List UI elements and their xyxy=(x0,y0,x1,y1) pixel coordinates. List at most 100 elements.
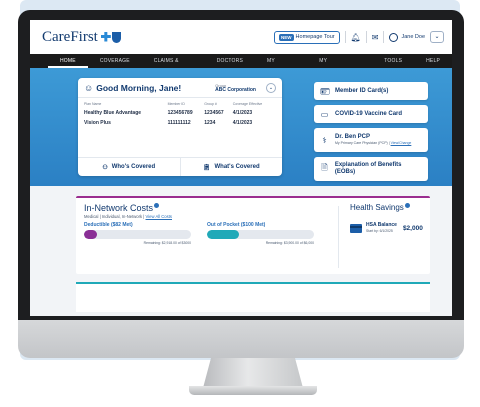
card-icon xyxy=(350,223,362,233)
pcp-block: Dr. Ben PCP My Primary Care Physician (P… xyxy=(335,134,411,146)
oop-track xyxy=(207,230,314,239)
table-row: Vision Plus 111111112 1234 4/1/2023 xyxy=(84,118,276,128)
cost-meters: Deductible ($82 Met) Remaining: $2,918.0… xyxy=(84,222,314,245)
mail-icon[interactable]: ✉ xyxy=(372,33,379,42)
table-cell: 4/1/2023 xyxy=(232,110,253,116)
document-icon: 🗎︎ xyxy=(321,163,328,172)
quick-links: 🪪︎ Member ID Card(s) ▭ COVID-19 Vaccine … xyxy=(314,82,428,186)
greeting-header: ☺ Good Morning, Jane! Group ABC Corporat… xyxy=(78,78,282,98)
divider xyxy=(338,206,339,268)
hsa-row[interactable]: HSA Balance Start by: 6/1/2025 $2,000 xyxy=(350,222,428,234)
smile-icon: ☺ xyxy=(84,82,94,93)
hero-banner: ☺ Good Morning, Jane! Group ABC Corporat… xyxy=(30,68,452,186)
costs-title: In-Network Costs xyxy=(84,203,314,213)
carefirst-logo[interactable]: CareFirst xyxy=(42,29,121,46)
screen: CareFirst NEW Homepage Tour 🔔︎ ✉ Jane Do… xyxy=(30,20,452,316)
table-cell: 123456789 xyxy=(167,110,193,116)
user-name: Jane Doe xyxy=(401,34,425,40)
greeting-title: Good Morning, Jane! xyxy=(96,82,182,93)
whats-covered-label: What's Covered xyxy=(214,164,260,170)
logo-text: CareFirst xyxy=(42,28,98,45)
nav-item-doctors[interactable]: DOCTORS xyxy=(205,54,255,68)
table-cell: Healthy Blue Advantage xyxy=(84,110,142,116)
nav-item-tools[interactable]: TOOLS xyxy=(372,54,414,68)
deductible-fill xyxy=(84,230,97,239)
new-badge: NEW xyxy=(279,33,294,41)
nav-item-my-health[interactable]: MY HEALTH xyxy=(255,54,307,78)
whos-covered-label: Who's Covered xyxy=(111,164,156,170)
out-of-pocket-meter: Out of Pocket ($100 Met) Remaining: $3,9… xyxy=(207,222,314,245)
table-cell: 1234 xyxy=(204,120,216,126)
table-row: Healthy Blue Advantage 123456789 1234567 4/… xyxy=(84,108,276,118)
next-section-card xyxy=(76,282,430,312)
user-avatar-icon xyxy=(389,32,399,42)
hsa-date: Start by: 6/1/2025 xyxy=(366,229,393,233)
table-cell: 111111112 xyxy=(167,120,191,126)
group-value: ABC Corporation xyxy=(215,86,256,93)
member-id-label: Member ID Card(s) xyxy=(335,87,389,94)
clipboard-icon: 📋︎ xyxy=(202,164,211,171)
user-menu[interactable]: Jane Doe xyxy=(389,32,425,42)
plans-table: Plan Name Member ID Group # Coverage Effect… xyxy=(78,98,282,128)
monitor-base xyxy=(189,386,317,395)
deductible-label: Deductible ($82 Met) xyxy=(84,222,133,228)
deductible-meter: Deductible ($82 Met) Remaining: $2,918.0… xyxy=(84,222,191,245)
savings-title: Health Savings xyxy=(350,203,428,212)
main-nav: HOMECOVERAGECLAIMS & EOBsDOCTORSMY HEALT… xyxy=(30,54,452,78)
divider xyxy=(383,31,385,43)
costs-panel: In-Network Costs Medical | Individual, I… xyxy=(84,203,314,245)
hsa-amount: $2,000 xyxy=(402,224,423,232)
chevron-down-icon[interactable]: ⌄ xyxy=(430,31,444,43)
nav-item-home[interactable]: HOME xyxy=(48,54,88,68)
divider xyxy=(365,31,367,43)
pcp-change-link[interactable]: View/Change xyxy=(391,141,412,145)
doctor-icon: ⚕ xyxy=(322,135,327,145)
header-actions: NEW Homepage Tour 🔔︎ ✉ Jane Doe ⌄ xyxy=(274,30,444,44)
member-id-card-link[interactable]: 🪪︎ Member ID Card(s) xyxy=(314,82,428,100)
pcp-link[interactable]: ⚕ Dr. Ben PCP My Primary Care Physician … xyxy=(314,128,428,152)
view-all-costs-link[interactable]: View All Costs xyxy=(146,214,172,219)
whos-covered-button[interactable]: ⚇ Who's Covered xyxy=(78,158,180,176)
eob-link[interactable]: 🗎︎ Explanation of Benefits (EOBs) xyxy=(314,157,428,181)
whats-covered-button[interactable]: 📋︎ What's Covered xyxy=(179,158,283,176)
table-cell: 4/1/2023 xyxy=(232,120,253,126)
deductible-remaining: Remaining: $2,918.00 of $3000 xyxy=(143,241,191,245)
costs-subtitle: Medical | Individual, In-Network | View … xyxy=(84,214,172,219)
deductible-track xyxy=(84,230,191,239)
eob-label: Explanation of Benefits (EOBs) xyxy=(334,162,402,175)
oop-fill xyxy=(207,230,240,239)
info-icon[interactable] xyxy=(404,203,410,208)
covid-label: COVID-19 Vaccine Card xyxy=(335,110,403,117)
group-box: Group ABC Corporation xyxy=(215,83,256,93)
in-network-costs-card: In-Network Costs Medical | Individual, I… xyxy=(76,196,430,274)
nav-item-coverage[interactable]: COVERAGE xyxy=(88,54,142,68)
covid-vaccine-card-link[interactable]: ▭ COVID-19 Vaccine Card xyxy=(314,105,428,123)
pcp-sub: My Primary Care Physician (PCP) | View/C… xyxy=(335,141,412,145)
greeting-card: ☺ Good Morning, Jane! Group ABC Corporat… xyxy=(78,78,282,176)
info-icon[interactable] xyxy=(154,203,160,208)
id-card-icon: 🪪︎ xyxy=(320,86,331,96)
homepage-tour-button[interactable]: NEW Homepage Tour xyxy=(274,30,340,44)
chevron-down-icon[interactable]: ⌄ xyxy=(266,82,276,93)
oop-remaining: Remaining: $3,900.00 of $6,000 xyxy=(265,241,314,245)
oop-label: Out of Pocket ($100 Met) xyxy=(207,222,266,228)
site-header: CareFirst NEW Homepage Tour 🔔︎ ✉ Jane Do… xyxy=(30,20,452,54)
group-selector[interactable]: Group ABC Corporation ⌄ xyxy=(215,82,276,93)
health-savings-panel: Health Savings HSA Balance Start by: 6/1/… xyxy=(350,203,428,234)
hsa-label: HSA Balance Start by: 6/1/2025 xyxy=(366,222,397,233)
pcp-name: Dr. Ben PCP xyxy=(335,134,371,140)
nav-item-my-documents[interactable]: MY DOCUMENTS xyxy=(307,54,372,78)
greeting-footer: ⚇ Who's Covered 📋︎ What's Covered xyxy=(78,157,282,176)
logo-mark-icon xyxy=(100,31,121,43)
table-cell: 1234567 xyxy=(204,110,224,116)
divider xyxy=(344,31,346,43)
monitor-stand xyxy=(203,358,303,388)
card-icon: ▭ xyxy=(320,109,329,119)
family-icon: ⚇ xyxy=(102,164,108,171)
homepage-tour-label: Homepage Tour xyxy=(295,34,335,40)
nav-item-help[interactable]: HELP xyxy=(414,54,452,68)
nav-item-claims-eobs[interactable]: CLAIMS & EOBs xyxy=(142,54,205,78)
table-cell: Vision Plus xyxy=(84,120,111,126)
monitor-chin xyxy=(18,320,464,358)
bell-icon[interactable]: 🔔︎ xyxy=(351,33,361,42)
